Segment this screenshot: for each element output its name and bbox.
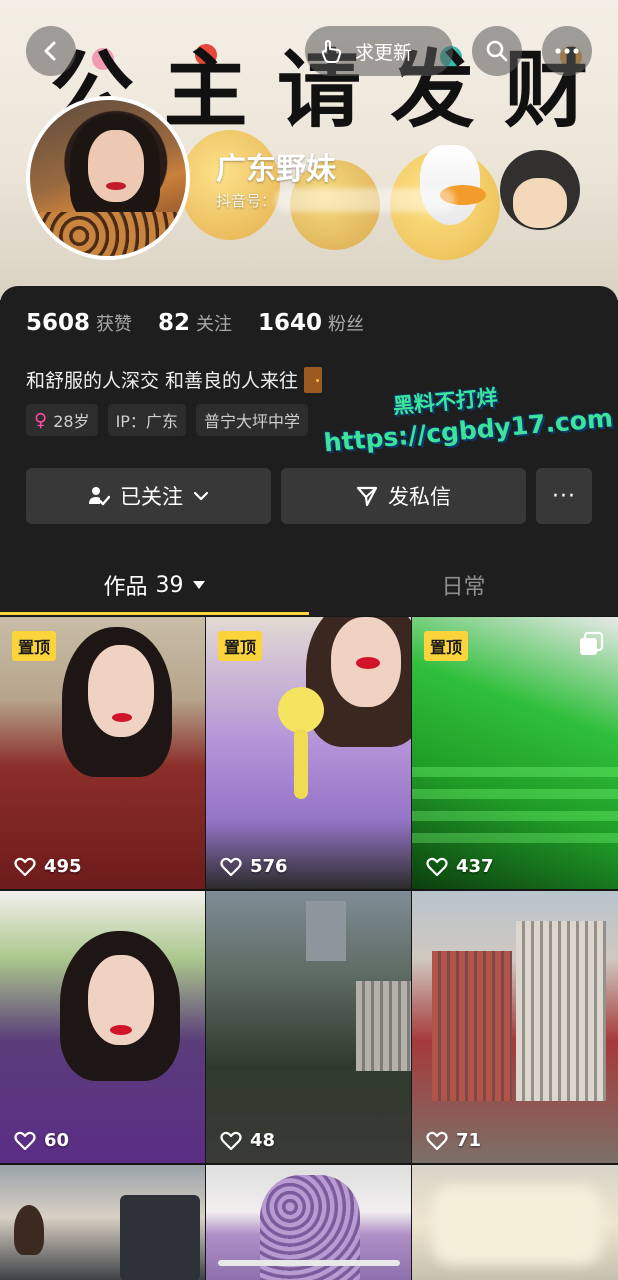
like-count: 71 — [426, 1130, 481, 1151]
stat-value: 1640 — [258, 310, 323, 336]
watermark: 黑料不打烊 https://cgbdy17.com — [320, 371, 614, 457]
send-icon — [356, 486, 378, 507]
like-count: 576 — [220, 856, 288, 877]
tab-daily[interactable]: 日常 — [309, 556, 618, 614]
search-icon — [486, 40, 508, 62]
stat-value: 5608 — [26, 310, 91, 336]
message-label: 发私信 — [388, 485, 451, 509]
tab-works-count: 39 — [155, 572, 184, 598]
fan-object — [278, 687, 324, 733]
video-thumbnail[interactable] — [0, 1165, 205, 1280]
like-count: 495 — [14, 856, 82, 877]
follow-check-icon — [89, 487, 110, 506]
stat-following[interactable]: 82 关注 — [158, 310, 232, 336]
back-icon — [44, 41, 56, 61]
active-tab-indicator — [0, 612, 309, 615]
like-count: 437 — [426, 856, 494, 877]
video-thumbnail[interactable]: 置顶 437 — [412, 617, 618, 889]
like-count-value: 71 — [456, 1130, 482, 1151]
action-buttons: 已关注 发私信 ··· — [26, 468, 592, 524]
age-text: 28岁 — [53, 412, 90, 431]
pinned-badge: 置顶 — [12, 631, 57, 661]
pinned-badge: 置顶 — [218, 631, 263, 661]
stat-followers[interactable]: 1640 粉丝 — [258, 310, 364, 336]
pinned-badge: 置顶 — [424, 631, 469, 661]
heart-icon — [220, 1131, 242, 1150]
tab-works[interactable]: 作品 39 — [0, 556, 309, 614]
banner-title-char: 主 — [163, 41, 250, 139]
heart-icon — [14, 1131, 36, 1150]
heart-icon — [220, 857, 242, 876]
avatar[interactable] — [26, 96, 190, 260]
banner-cartoon-mouse-face — [513, 178, 567, 228]
back-button[interactable] — [26, 26, 76, 76]
more-icon — [555, 48, 579, 54]
following-label: 已关注 — [120, 485, 183, 509]
bio: 和舒服的人深交 和善良的人来往 — [26, 366, 323, 393]
chevron-down-icon — [193, 491, 209, 501]
stat-value: 82 — [158, 310, 191, 336]
bio-text: 和舒服的人深交 和善良的人来往 — [26, 370, 299, 392]
multi-image-icon — [580, 631, 604, 655]
more-options-button[interactable] — [542, 26, 592, 76]
video-thumbnail[interactable]: 48 — [206, 891, 411, 1163]
door-icon — [304, 366, 323, 393]
stats-row: 5608 获赞 82 关注 1640 粉丝 — [26, 310, 364, 336]
search-button[interactable] — [472, 26, 522, 76]
following-button[interactable]: 已关注 — [26, 468, 271, 524]
like-count: 60 — [14, 1130, 69, 1151]
stat-likes[interactable]: 5608 获赞 — [26, 310, 132, 336]
douyin-id-label: 抖音号： — [216, 192, 277, 210]
heart-icon — [426, 1131, 448, 1150]
like-count-value: 437 — [456, 856, 494, 877]
video-thumbnail[interactable]: 60 — [0, 891, 205, 1163]
profile-tags: ♀ 28岁 IP：广东 普宁大坪中学 — [26, 404, 308, 436]
request-update-label: 求更新 — [355, 41, 413, 64]
message-button[interactable]: 发私信 — [281, 468, 526, 524]
more-actions-label: ··· — [552, 483, 576, 509]
more-actions-button[interactable]: ··· — [536, 468, 592, 524]
video-grid: 置顶 495 置顶 576 置顶 437 60 48 71 — [0, 617, 618, 1280]
school-text: 普宁大坪中学 — [203, 412, 300, 431]
like-count: 48 — [220, 1130, 275, 1151]
nickname: 广东野妹 — [216, 152, 336, 187]
request-update-button[interactable]: 求更新 — [305, 26, 453, 76]
stat-label: 粉丝 — [328, 314, 365, 335]
school-tag[interactable]: 普宁大坪中学 — [195, 404, 308, 436]
heart-icon — [14, 857, 36, 876]
video-thumbnail[interactable]: 置顶 576 — [206, 617, 411, 889]
tab-daily-label: 日常 — [441, 575, 486, 600]
like-count-value: 576 — [250, 856, 288, 877]
video-thumbnail[interactable]: 71 — [412, 891, 618, 1163]
caret-down-icon — [192, 581, 205, 589]
video-thumbnail[interactable] — [412, 1165, 618, 1280]
ip-text: IP：广东 — [115, 412, 178, 431]
home-indicator[interactable] — [218, 1260, 400, 1266]
profile-card: 5608 获赞 82 关注 1640 粉丝 和舒服的人深交 和善良的人来往 ♀ 28岁… — [0, 286, 618, 616]
age-tag: ♀ 28岁 — [26, 404, 98, 436]
ip-tag: IP：广东 — [107, 404, 186, 436]
like-count-value: 48 — [250, 1130, 276, 1151]
douyin-id-redacted — [275, 188, 455, 212]
stat-label: 获赞 — [96, 314, 133, 335]
hand-icon — [321, 40, 342, 63]
like-count-value: 60 — [44, 1130, 70, 1151]
like-count-value: 495 — [44, 856, 82, 877]
content-tabs: 作品 39 日常 — [0, 556, 618, 614]
stat-label: 关注 — [196, 314, 233, 335]
video-thumbnail[interactable]: 置顶 495 — [0, 617, 205, 889]
heart-icon — [426, 857, 448, 876]
female-icon: ♀ — [34, 409, 48, 431]
tab-works-label: 作品 — [103, 575, 148, 600]
